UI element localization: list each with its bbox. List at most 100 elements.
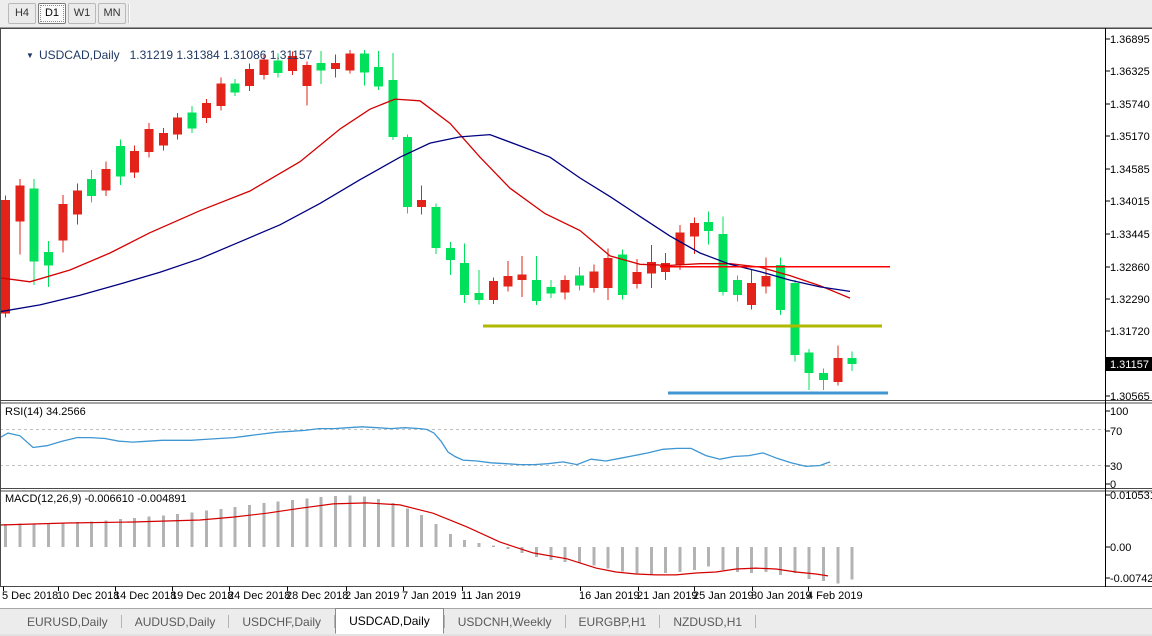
- price-axis-label: 1.35170: [1110, 131, 1150, 143]
- rsi-axis-label: 30: [1110, 461, 1122, 473]
- candle-body: [675, 233, 684, 265]
- date-axis-label: 10 Dec 2018: [57, 590, 119, 602]
- price-axis-label: 1.32290: [1110, 294, 1150, 306]
- price-axis-label: 1.34585: [1110, 164, 1150, 176]
- candle-body: [460, 263, 469, 295]
- price-axis-label: 1.35740: [1110, 99, 1150, 111]
- date-axis-label: 30 Jan 2019: [751, 590, 812, 602]
- chart-tab-audusd-daily[interactable]: AUDUSD,Daily: [122, 609, 229, 634]
- candle-body: [833, 358, 842, 382]
- candle-body: [503, 276, 512, 286]
- candle-body: [87, 179, 96, 196]
- macd-axis-label: 0.010531: [1110, 490, 1152, 502]
- candle-body: [216, 83, 225, 106]
- chart-tab-eurusd-daily[interactable]: EURUSD,Daily: [14, 609, 121, 634]
- candle-body: [819, 373, 828, 380]
- timeframe-button-d1[interactable]: D1: [38, 3, 66, 24]
- date-axis-label: 5 Dec 2018: [2, 590, 58, 602]
- macd-axis-label: -0.007426: [1110, 573, 1152, 585]
- candle-body: [690, 223, 699, 237]
- candle-body: [58, 204, 67, 241]
- chart-tab-usdcnh-weekly[interactable]: USDCNH,Weekly: [445, 609, 565, 634]
- rsi-line: [0, 427, 830, 467]
- date-axis-label: 4 Feb 2019: [807, 590, 863, 602]
- candle-body: [446, 248, 455, 260]
- candle-body: [388, 80, 397, 137]
- candle-body: [733, 280, 742, 295]
- candle-body: [145, 129, 154, 152]
- date-axis-label: 21 Jan 2019: [637, 590, 698, 602]
- chart-symbol-period: USDCAD,Daily: [39, 48, 120, 62]
- candle-body: [704, 222, 713, 231]
- candle-body: [101, 169, 110, 190]
- candle-body: [575, 276, 584, 286]
- candle-body: [188, 113, 197, 129]
- macd-axis-label: 0.00: [1110, 542, 1131, 554]
- candle-body: [360, 53, 369, 72]
- price-axis-label: 1.30565: [1110, 391, 1150, 403]
- timeframe-button-h4[interactable]: H4: [8, 3, 36, 24]
- rsi-axis-label: 100: [1110, 406, 1128, 418]
- trading-app-window: H4D1W1MN 1.368951.363251.357401.351701.3…: [0, 0, 1152, 636]
- timeframe-button-mn[interactable]: MN: [98, 3, 126, 24]
- candle-body: [1, 200, 10, 313]
- date-axis-label: 25 Jan 2019: [693, 590, 754, 602]
- candle-body: [561, 280, 570, 292]
- candle-body: [173, 118, 182, 135]
- candle-body: [475, 293, 484, 300]
- timeframe-toolbar: H4D1W1MN: [0, 0, 1152, 28]
- chart-window: 1.36895 1.36325 1.35740 1.35170 1.34585 1.340…: [0, 28, 1152, 608]
- date-axis-label: 7 Jan 2019: [402, 590, 456, 602]
- date-axis-label: 11 Jan 2019: [461, 590, 521, 602]
- date-axis-label: 14 Dec 2018: [114, 590, 176, 602]
- candle-body: [317, 63, 326, 70]
- toolbar-separator: [128, 4, 130, 23]
- candle-body: [202, 103, 211, 118]
- chart-canvas[interactable]: 1.36895 1.36325 1.35740 1.35170 1.34585 1.340…: [0, 28, 1152, 608]
- candle-body: [589, 272, 598, 288]
- candle-body: [30, 189, 39, 262]
- chart-tab-usdcad-daily[interactable]: USDCAD,Daily: [335, 608, 444, 634]
- chart-ohlc-values: 1.31219 1.31384 1.31086 1.31157: [130, 48, 313, 62]
- date-axis-label: 16 Jan 2019: [579, 590, 640, 602]
- price-axis-label: 1.32860: [1110, 262, 1150, 274]
- chart-tabs-bar: EURUSD,DailyAUDUSD,DailyUSDCHF,DailyUSDC…: [0, 608, 1152, 634]
- candle-body: [73, 190, 82, 214]
- candle-body: [489, 281, 498, 300]
- chart-title: ▼ USDCAD,Daily 1.31219 1.31384 1.31086 1.3…: [6, 34, 312, 76]
- chart-tab-nzdusd-h1[interactable]: NZDUSD,H1: [660, 609, 755, 634]
- candle-body: [331, 63, 340, 69]
- chart-tab-usdchf-daily[interactable]: USDCHF,Daily: [229, 609, 334, 634]
- price-axis-label: 1.36325: [1110, 66, 1150, 78]
- candle-body: [403, 137, 412, 207]
- candle-body: [15, 185, 24, 221]
- current-price-tag-text: 1.31157: [1110, 359, 1149, 371]
- price-axis-label: 1.34015: [1110, 196, 1150, 208]
- timeframe-button-w1[interactable]: W1: [68, 3, 96, 24]
- candle-body: [762, 276, 771, 286]
- date-axis-label: 19 Dec 2018: [171, 590, 233, 602]
- candle-body: [345, 53, 354, 70]
- macd-signal-line: [0, 503, 828, 576]
- candle-body: [432, 207, 441, 248]
- candle-body: [805, 352, 814, 373]
- date-axis-label: 2 Jan 2019: [345, 590, 399, 602]
- macd-indicator-label: MACD(12,26,9) -0.006610 -0.004891: [5, 493, 187, 505]
- date-axis-label: 28 Dec 2018: [286, 590, 348, 602]
- candle-body: [518, 274, 527, 280]
- candle-body: [44, 252, 53, 266]
- chart-tab-eurgbp-h1[interactable]: EURGBP,H1: [566, 609, 660, 634]
- candle-body: [374, 67, 383, 87]
- candle-body: [848, 358, 857, 364]
- price-axis-label: 1.31720: [1110, 326, 1150, 338]
- rsi-axis-label: 70: [1110, 426, 1122, 438]
- candle-body: [532, 280, 541, 301]
- rsi-indicator-label: RSI(14) 34.2566: [5, 406, 86, 418]
- candle-body: [647, 262, 656, 273]
- price-axis-label: 1.36895: [1110, 34, 1150, 46]
- candle-body: [130, 151, 139, 172]
- candle-body: [790, 283, 799, 355]
- symbol-dropdown-icon[interactable]: ▼: [26, 51, 34, 60]
- candle-body: [417, 200, 426, 207]
- candle-body: [546, 287, 555, 294]
